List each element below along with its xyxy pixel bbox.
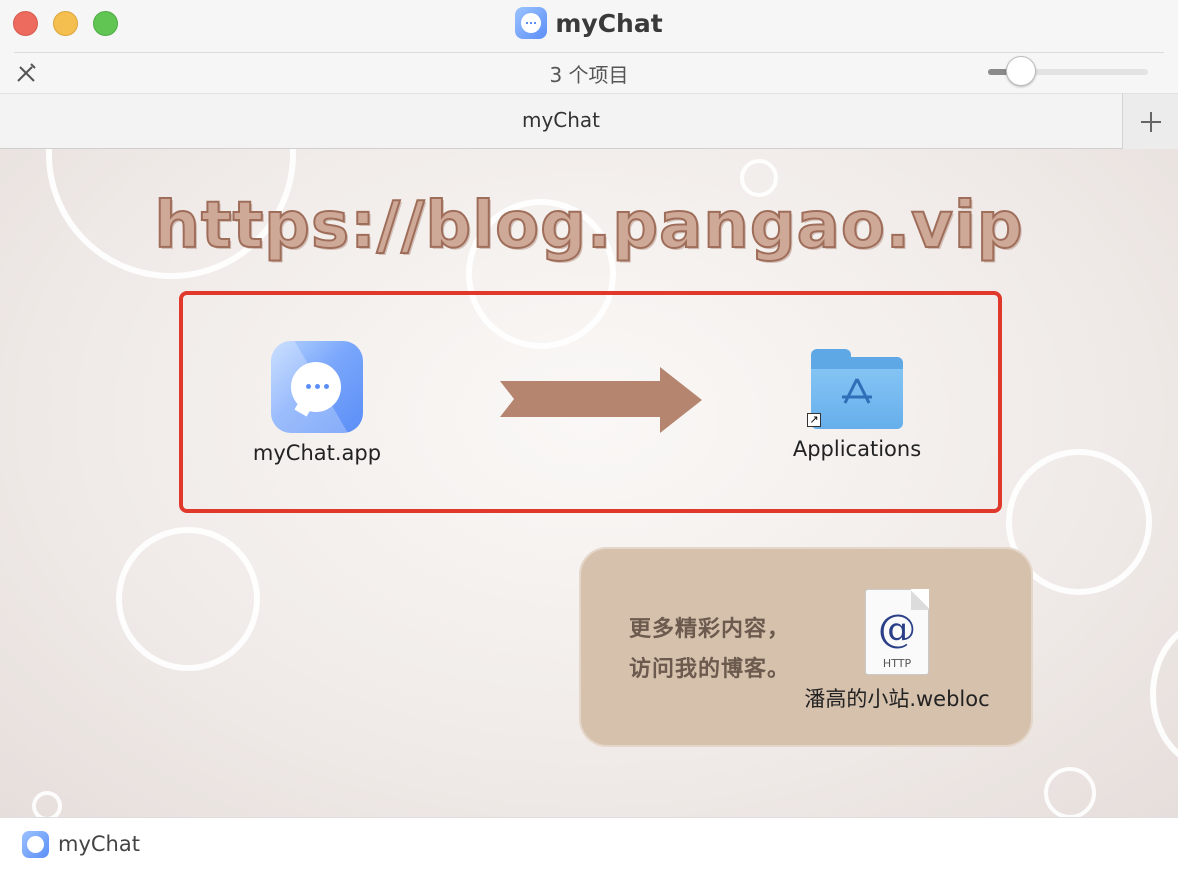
mychat-volume-icon xyxy=(22,831,49,858)
new-tab-button[interactable] xyxy=(1122,94,1178,149)
mychat-app-label: myChat.app xyxy=(252,441,382,465)
path-bar: myChat xyxy=(0,817,1178,872)
blog-url-watermark: https://blog.pangao.vip xyxy=(153,188,1024,264)
decorative-ring xyxy=(1044,767,1096,817)
mychat-app-item[interactable]: myChat.app xyxy=(224,341,410,465)
decorative-ring xyxy=(1150,619,1178,769)
window-title: myChat xyxy=(555,8,663,38)
applications-folder-item[interactable]: ↗ Applications xyxy=(772,349,942,461)
tab-mychat[interactable]: myChat xyxy=(0,108,1122,132)
webloc-file-icon: @ HTTP xyxy=(865,589,929,675)
right-arrow-icon xyxy=(500,367,702,437)
promo-text-line-2: 访问我的博客。 xyxy=(629,657,791,682)
toolbar: 3 个项目 xyxy=(0,53,1178,93)
mychat-app-icon xyxy=(515,7,548,39)
webloc-file-label: 潘高的小站.webloc xyxy=(804,687,990,711)
alias-arrow-icon: ↗ xyxy=(807,413,821,427)
promo-text-line-1: 更多精彩内容， xyxy=(629,617,791,642)
title-bar[interactable]: myChat xyxy=(0,0,1178,52)
plus-icon xyxy=(1140,111,1161,132)
decorative-ring xyxy=(116,527,260,671)
decorative-ring xyxy=(32,791,62,817)
applications-label: Applications xyxy=(792,437,922,461)
mychat-app-icon xyxy=(271,341,363,433)
finder-content-area: https://blog.pangao.vip myChat.app ↗ App… xyxy=(0,149,1178,817)
icon-size-slider-knob[interactable] xyxy=(1006,56,1036,86)
path-bar-label[interactable]: myChat xyxy=(58,832,140,856)
webloc-file-item[interactable]: @ HTTP 潘高的小站.webloc xyxy=(792,589,1002,713)
finder-window: myChat 3 个项目 myChat https://blog.pangao.… xyxy=(0,0,1178,872)
window-title-group: myChat xyxy=(0,6,1178,40)
applications-folder-icon: ↗ xyxy=(807,349,903,429)
tab-bar: myChat xyxy=(0,93,1178,149)
